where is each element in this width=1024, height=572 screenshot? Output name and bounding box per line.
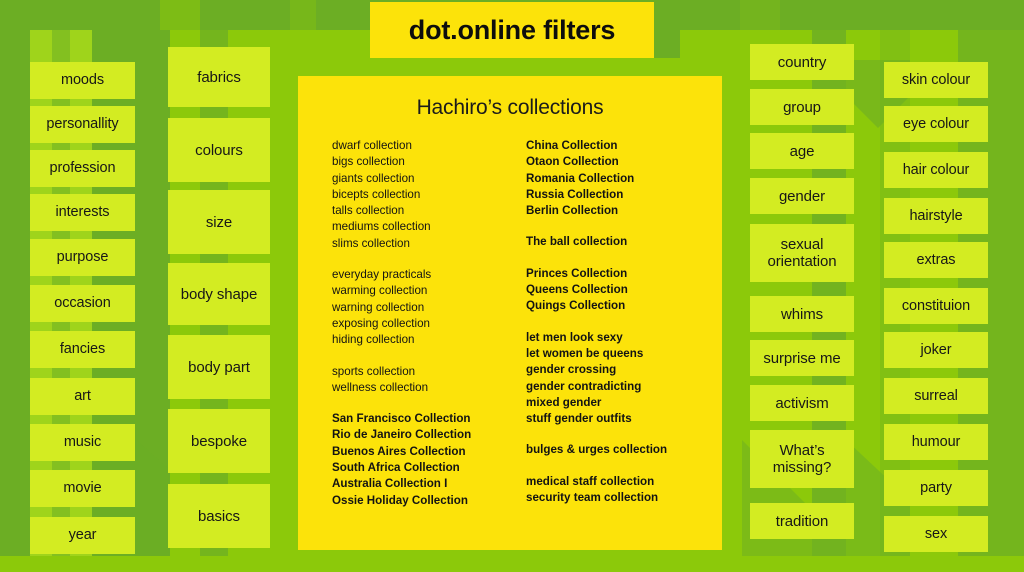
- collections-column-right: China Collection Otaon Collection Romani…: [526, 138, 722, 509]
- collection-item: San Francisco Collection: [332, 412, 471, 426]
- filter-button-hairstyle[interactable]: hairstyle: [884, 198, 988, 234]
- filter-button-joker[interactable]: joker: [884, 332, 988, 368]
- collection-item: Rio de Janeiro Collection: [332, 428, 472, 442]
- filter-button-profession[interactable]: profession: [30, 150, 135, 187]
- filter-button-colours[interactable]: colours: [168, 118, 270, 182]
- filter-button-whats-missing[interactable]: What’s missing?: [750, 430, 854, 488]
- filter-button-movie[interactable]: movie: [30, 470, 135, 507]
- filter-button-basics[interactable]: basics: [168, 484, 270, 548]
- collection-item: Ossie Holiday Collection: [332, 493, 468, 507]
- collection-item: wellness collection: [332, 380, 429, 394]
- filter-button-bespoke[interactable]: bespoke: [168, 409, 270, 473]
- collection-item: warming collection: [332, 284, 428, 298]
- filter-button-size[interactable]: size: [168, 190, 270, 254]
- filter-button-sexual-orientation[interactable]: sexual orientation: [750, 224, 854, 282]
- filter-button-age[interactable]: age: [750, 133, 854, 169]
- filter-button-purpose[interactable]: purpose: [30, 239, 135, 276]
- collection-item: stuff gender outfits: [526, 412, 632, 426]
- filter-button-interests[interactable]: interests: [30, 194, 135, 231]
- collection-item: Australia Collection I: [332, 477, 448, 491]
- filter-button-year[interactable]: year: [30, 517, 135, 554]
- filter-button-occasion[interactable]: occasion: [30, 285, 135, 322]
- filter-button-fancies[interactable]: fancies: [30, 331, 135, 368]
- filter-button-personallity[interactable]: personallity: [30, 106, 135, 143]
- filter-button-constituion[interactable]: constituion: [884, 288, 988, 324]
- collection-item: let men look sexy: [526, 330, 623, 344]
- filter-button-activism[interactable]: activism: [750, 385, 854, 421]
- collection-item: bicepts collection: [332, 187, 421, 201]
- collections-column-left: dwarf collection bigs collection giants …: [332, 138, 526, 509]
- collection-item: slims collection: [332, 236, 410, 250]
- filter-button-art[interactable]: art: [30, 378, 135, 415]
- filter-button-music[interactable]: music: [30, 424, 135, 461]
- collection-item: bigs collection: [332, 155, 405, 169]
- filter-column-1: moods personallity profession interests …: [30, 0, 135, 572]
- filter-column-4: skin colour eye colour hair colour hairs…: [884, 0, 988, 572]
- collection-item: exposing collection: [332, 316, 430, 330]
- collection-group: Princes Collection Queens Collection Qui…: [526, 266, 722, 315]
- filter-button-hair-colour[interactable]: hair colour: [884, 152, 988, 188]
- filter-button-surreal[interactable]: surreal: [884, 378, 988, 414]
- infographic-canvas: dot.online filters Hachiro’s collections…: [0, 0, 1024, 572]
- filter-button-skin-colour[interactable]: skin colour: [884, 62, 988, 98]
- collection-group: The ball collection: [526, 234, 722, 250]
- collections-panel-title: Hachiro’s collections: [416, 96, 604, 119]
- filter-button-eye-colour[interactable]: eye colour: [884, 106, 988, 142]
- filter-button-fabrics[interactable]: fabrics: [168, 47, 270, 107]
- collection-item: Russia Collection: [526, 187, 624, 201]
- collection-item: Berlin Collection: [526, 204, 619, 218]
- filter-button-whims[interactable]: whims: [750, 296, 854, 332]
- collection-item: medical staff collection: [526, 474, 655, 488]
- collection-item: Otaon Collection: [526, 155, 619, 169]
- collection-item: The ball collection: [526, 235, 628, 249]
- collection-item: giants collection: [332, 171, 415, 185]
- collection-item: sports collection: [332, 364, 416, 378]
- collection-item: talls collection: [332, 204, 405, 218]
- collection-item: gender crossing: [526, 363, 617, 377]
- filter-button-extras[interactable]: extras: [884, 242, 988, 278]
- collection-item: mixed gender: [526, 395, 602, 409]
- collection-item: mediums collection: [332, 220, 431, 234]
- collection-item: bulges & urges collection: [526, 443, 668, 457]
- filter-button-body-shape[interactable]: body shape: [168, 263, 270, 325]
- collection-group: medical staff collection security team c…: [526, 474, 722, 507]
- filter-button-country[interactable]: country: [750, 44, 854, 80]
- filter-button-sex[interactable]: sex: [884, 516, 988, 552]
- collection-item: everyday practicals: [332, 268, 432, 282]
- filter-button-moods[interactable]: moods: [30, 62, 135, 99]
- collection-item: dwarf collection: [332, 139, 412, 152]
- collection-group: dwarf collection bigs collection giants …: [332, 138, 526, 252]
- page-title-bar: dot.online filters: [370, 2, 654, 58]
- collection-item: Quings Collection: [526, 299, 626, 313]
- collection-item: security team collection: [526, 491, 659, 505]
- collection-item: Queens Collection: [526, 283, 628, 297]
- collection-item: Princes Collection: [526, 266, 628, 280]
- collection-item: gender contradicting: [526, 379, 642, 393]
- collection-item: warning collection: [332, 300, 425, 314]
- collection-item: let women be queens: [526, 346, 644, 360]
- collection-item: South Africa Collection: [332, 461, 460, 475]
- collection-group: everyday practicals warming collection w…: [332, 267, 526, 348]
- filter-button-gender[interactable]: gender: [750, 178, 854, 214]
- collection-group: bulges & urges collection: [526, 442, 722, 458]
- filter-column-2: fabrics colours size body shape body par…: [168, 0, 270, 572]
- filter-button-surprise-me[interactable]: surprise me: [750, 340, 854, 376]
- collection-group: San Francisco Collection Rio de Janeiro …: [332, 411, 526, 509]
- collection-item: China Collection: [526, 139, 618, 152]
- page-title: dot.online filters: [408, 14, 616, 45]
- filter-button-party[interactable]: party: [884, 470, 988, 506]
- collection-item: Buenos Aires Collection: [332, 444, 466, 458]
- collection-item: Romania Collection: [526, 171, 635, 185]
- filter-column-3: country group age gender sexual orientat…: [750, 0, 854, 572]
- collection-item: hiding collection: [332, 333, 415, 347]
- collection-group: China Collection Otaon Collection Romani…: [526, 138, 722, 219]
- filter-button-body-part[interactable]: body part: [168, 335, 270, 399]
- collection-group: let men look sexy let women be queens ge…: [526, 330, 722, 428]
- collection-group: sports collection wellness collection: [332, 364, 526, 397]
- filter-button-group[interactable]: group: [750, 89, 854, 125]
- filter-button-tradition[interactable]: tradition: [750, 503, 854, 539]
- collections-panel: Hachiro’s collections dwarf collection b…: [298, 76, 722, 550]
- filter-button-humour[interactable]: humour: [884, 424, 988, 460]
